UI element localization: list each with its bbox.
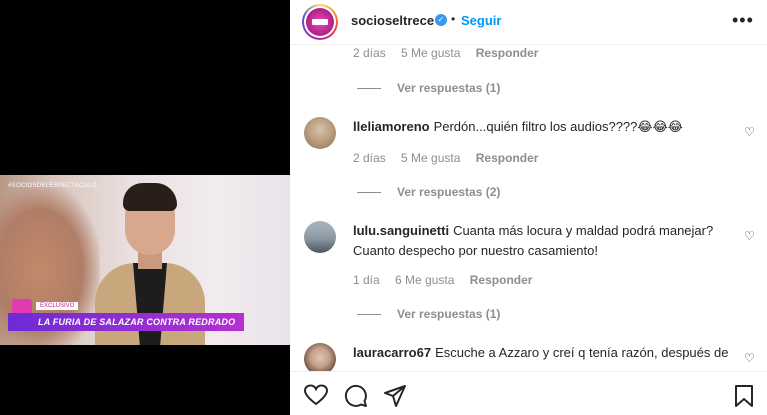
share-icon[interactable] — [383, 384, 407, 408]
commenter-avatar[interactable] — [304, 117, 336, 149]
post-panel: socioseltrece ✓ • Seguir ••• 2 días 5 Me… — [290, 0, 767, 415]
comment-text: lauracarro67 Escuche a Azzaro y creí q te… — [353, 343, 733, 363]
view-replies-button[interactable]: Ver respuestas (2) — [357, 185, 500, 199]
comment-time: 2 días — [353, 151, 386, 165]
comment-meta-partial: 2 días 5 Me gusta Responder — [353, 46, 550, 60]
commenter-avatar[interactable] — [304, 221, 336, 253]
comment-meta: 1 día 6 Me gusta Responder — [353, 273, 544, 287]
heart-icon[interactable] — [304, 384, 328, 406]
commenter-avatar[interactable] — [304, 343, 336, 371]
comment-likes[interactable]: 6 Me gusta — [395, 273, 454, 287]
more-options-icon[interactable]: ••• — [732, 10, 754, 31]
comment-time: 2 días — [353, 46, 386, 60]
exclusive-badge: EXCLUSIVO — [36, 302, 79, 310]
comment-body: Perdón...quién filtro los audios????😂😂😂 — [433, 119, 683, 134]
comment-likes[interactable]: 5 Me gusta — [401, 48, 460, 60]
post-header: socioseltrece ✓ • Seguir ••• — [290, 0, 767, 44]
post-username[interactable]: socioseltrece — [351, 13, 434, 28]
bookmark-icon[interactable] — [734, 384, 754, 408]
video-player[interactable]: #SOCIOSDELESPECTACULO EXCLUSIVO LA FURIA… — [0, 175, 290, 345]
comment-username[interactable]: lulu.sanguinetti — [353, 223, 449, 238]
video-hashtag: #SOCIOSDELESPECTACULO — [8, 183, 97, 189]
comment-icon[interactable] — [344, 384, 368, 408]
comment-body: Escuche a Azzaro y creí q tenía razón, d… — [435, 345, 729, 360]
media-panel: #SOCIOSDELESPECTACULO EXCLUSIVO LA FURIA… — [0, 0, 290, 415]
action-bar — [290, 371, 767, 415]
profile-avatar[interactable] — [302, 4, 338, 40]
follow-button[interactable]: Seguir — [461, 13, 501, 28]
verified-badge-icon: ✓ — [435, 14, 447, 26]
separator-dot: • — [451, 12, 456, 26]
like-comment-heart-icon[interactable]: ♡ — [744, 229, 755, 243]
view-replies-button[interactable]: Ver respuestas (1) — [357, 81, 500, 95]
video-headline: LA FURIA DE SALAZAR CONTRA REDRADO — [8, 313, 244, 331]
comment-time: 1 día — [353, 273, 380, 287]
comment-username[interactable]: lleliamoreno — [353, 119, 430, 134]
comment-likes[interactable]: 5 Me gusta — [401, 151, 460, 165]
comment-username[interactable]: lauracarro67 — [353, 345, 431, 360]
like-comment-heart-icon[interactable]: ♡ — [744, 351, 755, 365]
comment-text: lulu.sanguinetti Cuanta más locura y mald… — [353, 221, 733, 261]
comment-meta: 2 días 5 Me gusta Responder — [353, 151, 550, 165]
like-comment-heart-icon[interactable]: ♡ — [744, 125, 755, 139]
reply-button[interactable]: Responder — [470, 273, 533, 287]
reply-button[interactable]: Responder — [476, 48, 539, 60]
reply-button[interactable]: Responder — [476, 151, 539, 165]
comments-list[interactable]: 2 días 5 Me gusta Responder Ver respuest… — [290, 44, 767, 371]
view-replies-button[interactable]: Ver respuestas (1) — [357, 307, 500, 321]
comment-text: lleliamoreno Perdón...quién filtro los au… — [353, 117, 733, 137]
